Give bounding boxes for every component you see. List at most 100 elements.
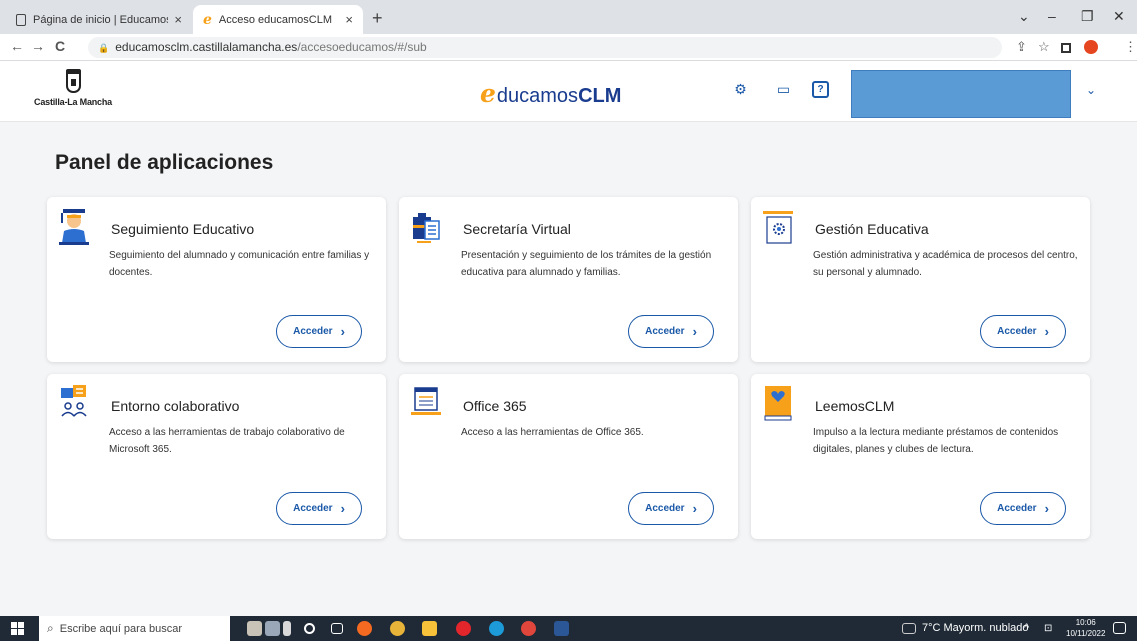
taskbar-clock[interactable]: 10:06 10/11/2022 bbox=[1066, 617, 1105, 639]
close-window-button[interactable]: ✕ bbox=[1113, 8, 1125, 25]
graduate-icon bbox=[59, 209, 89, 245]
extension-icon[interactable] bbox=[1084, 40, 1098, 54]
laptop-document-icon bbox=[411, 387, 441, 415]
jccm-name: Castilla-La Mancha bbox=[34, 97, 112, 107]
maximize-button[interactable]: ❐ bbox=[1081, 8, 1094, 25]
reload-button[interactable]: C bbox=[55, 38, 65, 54]
page-title: Panel de aplicaciones bbox=[55, 151, 274, 174]
tab-acceso-educamos[interactable]: e Acceso educamosCLM × bbox=[193, 5, 363, 34]
weather-widget[interactable]: 7°C Mayorm. nublado bbox=[922, 616, 1029, 641]
briefcase-document-icon bbox=[413, 213, 440, 243]
card-title: Entorno colaborativo bbox=[111, 398, 240, 414]
document-icon bbox=[16, 13, 26, 26]
card-description: Seguimiento del alumnado y comunicación … bbox=[109, 250, 370, 278]
chevron-right-icon: › bbox=[1044, 324, 1049, 339]
search-icon: ⌕ bbox=[47, 621, 54, 635]
browser-tab-strip: Página de inicio | EducamosCLM × e Acces… bbox=[0, 0, 1137, 34]
acceder-label: Acceder bbox=[645, 326, 685, 337]
notifications-icon[interactable] bbox=[1113, 622, 1126, 634]
help-icon[interactable]: ? bbox=[812, 81, 829, 98]
close-tab-icon[interactable]: × bbox=[345, 12, 353, 27]
acceder-button[interactable]: Acceder › bbox=[980, 492, 1066, 525]
chevron-down-icon[interactable]: ⌄ bbox=[1086, 83, 1096, 97]
chrome-icon[interactable] bbox=[521, 621, 536, 636]
card-description: Impulso a la lectura mediante préstamos … bbox=[813, 427, 1059, 455]
card-description: Gestión administrativa y académica de pr… bbox=[813, 250, 1078, 278]
settings-icon[interactable]: ⚙ bbox=[732, 81, 749, 98]
back-button[interactable]: ← bbox=[10, 38, 24, 54]
card-title: Office 365 bbox=[463, 398, 527, 414]
forward-button[interactable]: → bbox=[31, 38, 45, 54]
bookmark-star-icon[interactable]: ☆ bbox=[1038, 39, 1050, 55]
chevron-right-icon: › bbox=[340, 501, 345, 516]
share-icon[interactable]: ⇪ bbox=[1016, 39, 1027, 55]
acceder-button[interactable]: Acceder › bbox=[276, 492, 362, 525]
card-description: Acceso a las herramientas de Office 365. bbox=[461, 427, 644, 438]
clock-date: 10/11/2022 bbox=[1066, 629, 1106, 638]
clock-time: 10:06 bbox=[1075, 618, 1096, 627]
brand-clm: CLM bbox=[578, 85, 622, 107]
chevron-right-icon: › bbox=[340, 324, 345, 339]
app-card-gestion-educativa: Gestión Educativa Gestión administrativa… bbox=[751, 197, 1090, 362]
redacted-user-info bbox=[851, 70, 1071, 118]
card-title: Seguimiento Educativo bbox=[111, 221, 255, 237]
brand-e: e bbox=[480, 79, 496, 108]
jccm-logo[interactable]: Castilla-La Mancha bbox=[33, 69, 113, 107]
acceder-button[interactable]: Acceder › bbox=[628, 492, 714, 525]
browser-menu-icon[interactable]: ⋮ bbox=[1124, 39, 1137, 55]
card-title: LeemosCLM bbox=[815, 398, 895, 414]
edge-icon[interactable] bbox=[489, 621, 504, 636]
taskbar-app-icon[interactable] bbox=[247, 621, 262, 636]
site-header: Castilla-La Mancha e ducamos CLM ⚙ ▭ ? ⌄ bbox=[0, 61, 1137, 122]
word-icon[interactable] bbox=[554, 621, 569, 636]
taskbar-search-input[interactable]: ⌕ Escribe aquí para buscar bbox=[39, 616, 230, 641]
address-bar[interactable]: 🔒 educamosclm.castillalamancha.es/accesoe… bbox=[88, 37, 1002, 58]
firefox-icon[interactable] bbox=[357, 621, 372, 636]
sidebar-icon[interactable] bbox=[1061, 43, 1071, 53]
close-tab-icon[interactable]: × bbox=[174, 12, 182, 27]
card-title: Secretaría Virtual bbox=[463, 221, 571, 237]
acceder-button[interactable]: Acceder › bbox=[980, 315, 1066, 348]
opera-icon[interactable] bbox=[456, 621, 471, 636]
chrome-icon[interactable] bbox=[390, 621, 405, 636]
taskbar-app-icon[interactable] bbox=[283, 621, 291, 636]
task-view-icon[interactable] bbox=[331, 623, 343, 634]
minimize-button[interactable]: – bbox=[1048, 8, 1056, 24]
gear-document-icon bbox=[763, 211, 793, 244]
tab-search-icon[interactable]: ⌄ bbox=[1018, 8, 1030, 25]
network-icon[interactable]: ⊡ bbox=[1044, 616, 1052, 641]
educamos-logo[interactable]: e ducamos CLM bbox=[480, 79, 621, 108]
jccm-shield-icon bbox=[65, 69, 81, 93]
acceder-button[interactable]: Acceder › bbox=[628, 315, 714, 348]
search-placeholder: Escribe aquí para buscar bbox=[59, 623, 183, 635]
app-card-seguimiento-educativo: Seguimiento Educativo Seguimiento del al… bbox=[47, 197, 386, 362]
news-widget-icon[interactable] bbox=[902, 623, 916, 634]
collaboration-icon bbox=[61, 385, 87, 417]
browser-toolbar: ← → C 🔒 educamosclm.castillalamancha.es/a… bbox=[0, 34, 1137, 61]
file-explorer-icon[interactable] bbox=[422, 621, 437, 636]
windows-taskbar: ⌕ Escribe aquí para buscar 7°C Mayorm. nu… bbox=[0, 616, 1137, 641]
card-title: Gestión Educativa bbox=[815, 221, 929, 237]
educamos-favicon-icon: e bbox=[203, 11, 212, 28]
app-card-office-365: Office 365 Acceso a las herramientas de … bbox=[399, 374, 738, 539]
acceder-label: Acceder bbox=[293, 326, 333, 337]
card-description: Acceso a las herramientas de trabajo col… bbox=[109, 427, 345, 455]
tab-pagina-de-inicio[interactable]: Página de inicio | EducamosCLM × bbox=[6, 5, 192, 34]
chevron-right-icon: › bbox=[692, 324, 697, 339]
new-tab-button[interactable]: + bbox=[372, 8, 383, 29]
acceder-label: Acceder bbox=[997, 503, 1037, 514]
desktop-icon[interactable]: ▭ bbox=[775, 81, 792, 98]
chevron-right-icon: › bbox=[1044, 501, 1049, 516]
lock-icon: 🔒 bbox=[98, 43, 110, 53]
acceder-button[interactable]: Acceder › bbox=[276, 315, 362, 348]
cortana-icon[interactable] bbox=[304, 623, 315, 634]
acceder-label: Acceder bbox=[645, 503, 685, 514]
tray-chevron-icon[interactable]: ^ bbox=[1024, 616, 1029, 641]
app-card-entorno-colaborativo: Entorno colaborativo Acceso a las herram… bbox=[47, 374, 386, 539]
tab-title: Acceso educamosCLM bbox=[218, 13, 333, 26]
taskbar-app-icon[interactable] bbox=[265, 621, 280, 636]
brand-main: ducamos bbox=[496, 85, 579, 107]
book-heart-icon bbox=[764, 386, 792, 421]
card-description: Presentación y seguimiento de los trámit… bbox=[461, 250, 712, 278]
windows-start-icon[interactable] bbox=[11, 622, 24, 635]
